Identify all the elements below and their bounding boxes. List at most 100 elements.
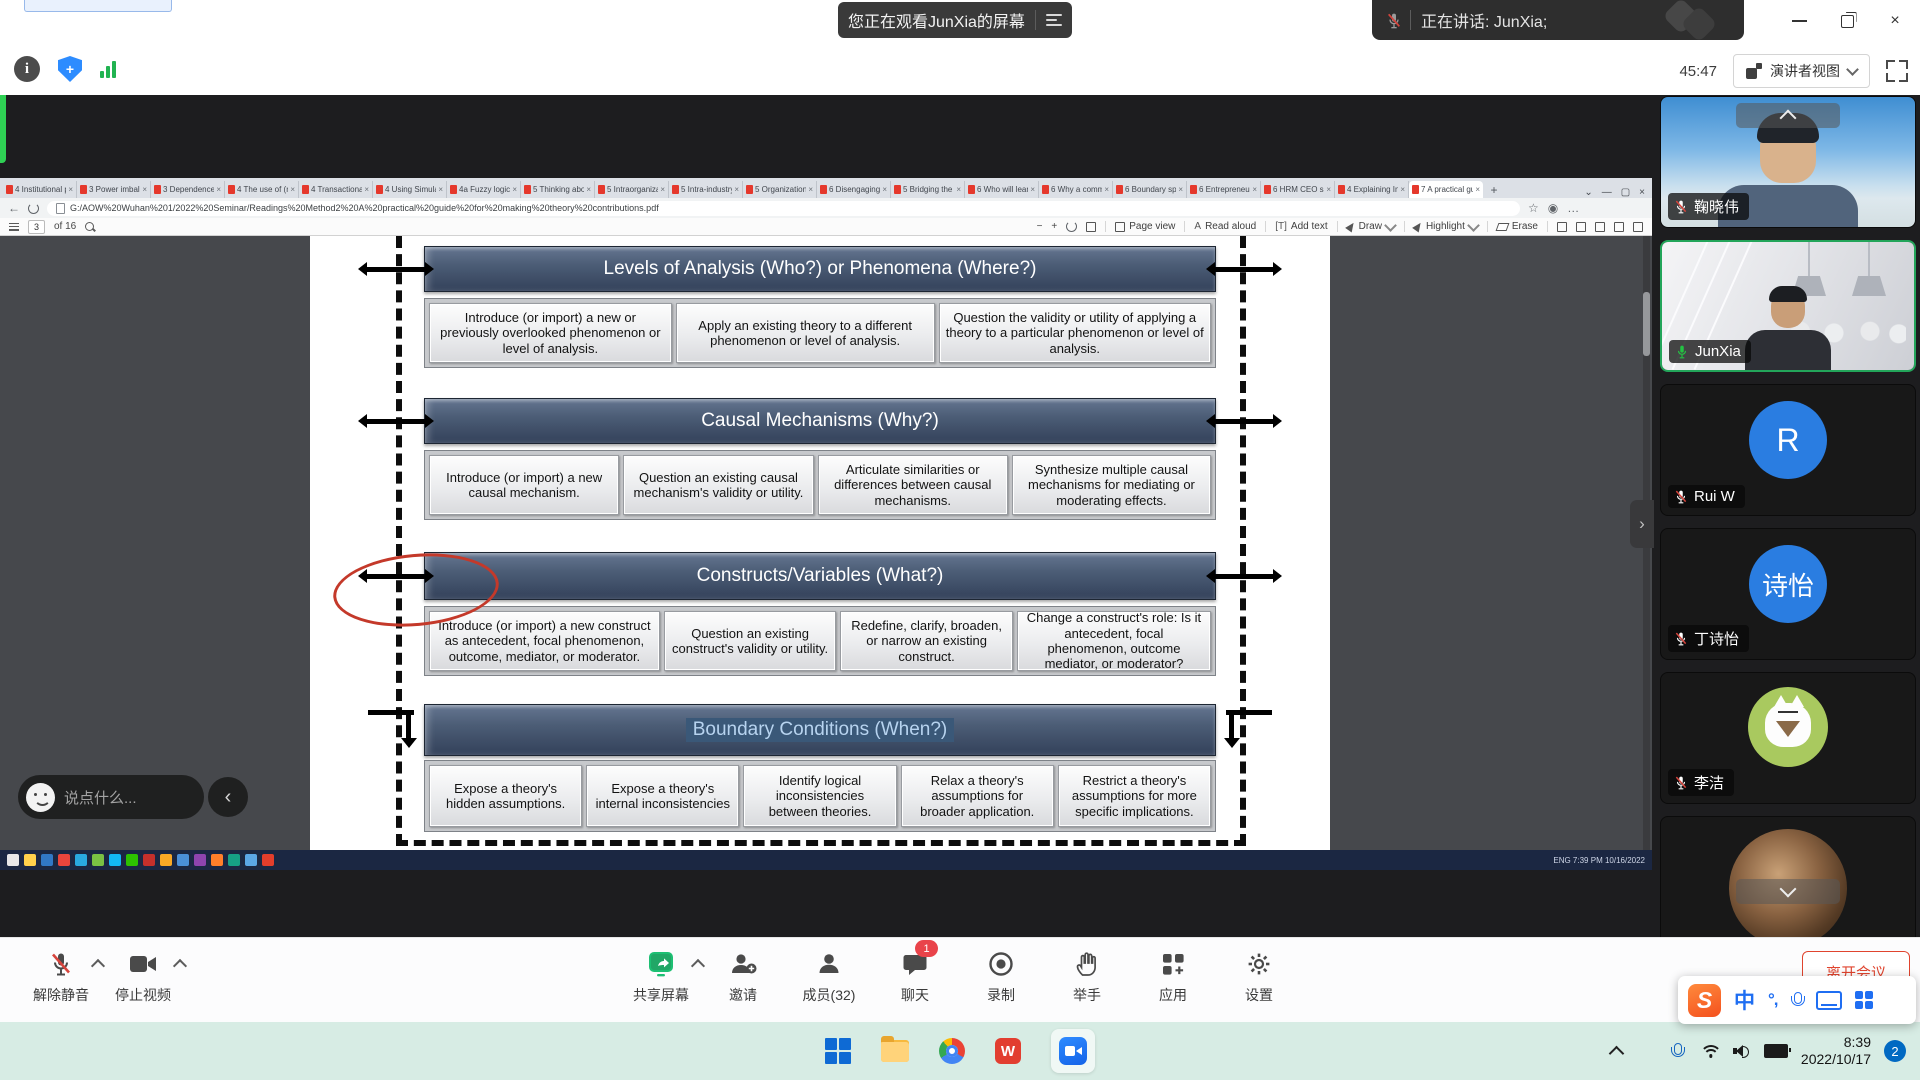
volume-icon[interactable]: [1733, 1044, 1751, 1058]
ime-keyboard-icon[interactable]: [1816, 991, 1842, 1010]
toolbar-record-button[interactable]: 录制: [958, 947, 1044, 1005]
browser-tab[interactable]: 4 Institutional p×: [3, 181, 77, 198]
presenter-app-icon[interactable]: [92, 854, 104, 866]
sogou-logo-icon[interactable]: S: [1688, 984, 1721, 1017]
browser-tab[interactable]: 5 Intraorganizati×: [595, 181, 669, 198]
browser-tab[interactable]: 5 Bridging the in×: [891, 181, 965, 198]
presenter-app-icon[interactable]: [245, 854, 257, 866]
mic-in-use-icon[interactable]: [1671, 1043, 1683, 1060]
presenter-app-icon[interactable]: [262, 854, 274, 866]
participant-tile[interactable]: 诗怡丁诗怡: [1660, 528, 1916, 660]
browser-tab[interactable]: 4 Using Simulati×: [373, 181, 447, 198]
wifi-icon[interactable]: [1702, 1045, 1720, 1058]
browser-tab[interactable]: 6 Why a commit×: [1039, 181, 1113, 198]
restore-button[interactable]: [1823, 0, 1871, 42]
participant-tile[interactable]: JunXia: [1660, 240, 1916, 372]
chrome-icon[interactable]: [939, 1038, 965, 1064]
participant-tile[interactable]: 李洁: [1660, 672, 1916, 804]
stop-video-options-chevron[interactable]: [170, 947, 190, 981]
tab-close-icon[interactable]: ×: [1326, 185, 1331, 194]
toolbar-settings-button[interactable]: 设置: [1216, 947, 1302, 1005]
presenter-app-icon[interactable]: [126, 854, 138, 866]
back-icon[interactable]: ←: [8, 202, 20, 214]
pdf-tool-draw[interactable]: Draw: [1347, 221, 1395, 232]
meeting-info-icon[interactable]: i: [14, 56, 40, 82]
pdf-zoom-in-icon[interactable]: +: [1051, 221, 1057, 232]
browser-tab[interactable]: 6 Boundary span×: [1113, 181, 1187, 198]
battery-icon[interactable]: [1764, 1044, 1788, 1058]
tray-overflow-chevron[interactable]: [1609, 1045, 1625, 1061]
pdf-menu-icon[interactable]: [9, 223, 19, 231]
presenter-app-icon[interactable]: [58, 854, 70, 866]
toolbar-invite-button[interactable]: 邀请: [700, 947, 786, 1005]
start-button[interactable]: [825, 1038, 851, 1064]
tab-close-icon[interactable]: ×: [1030, 185, 1035, 194]
presenter-app-icon[interactable]: [228, 854, 240, 866]
pdf-search-icon[interactable]: [85, 222, 94, 231]
browser-tab[interactable]: 3 Dependence a×: [151, 181, 225, 198]
toolbar-apps-button[interactable]: 应用: [1130, 947, 1216, 1005]
tencent-meeting-taskbar-icon[interactable]: [1051, 1029, 1095, 1073]
tab-close-icon[interactable]: ×: [956, 185, 961, 194]
pdf-scrollbar-thumb[interactable]: [1643, 292, 1650, 356]
new-tab-button[interactable]: +: [1487, 184, 1501, 198]
pdf-expand-icon[interactable]: [1614, 222, 1624, 232]
browser-tab[interactable]: 5 Thinking abou×: [521, 181, 595, 198]
presenter-app-icon[interactable]: [41, 854, 53, 866]
pdf-tool-add-text[interactable]: [T]Add text: [1275, 221, 1327, 232]
tab-close-icon[interactable]: ×: [364, 185, 369, 194]
file-explorer-icon[interactable]: [881, 1040, 909, 1062]
presenter-app-icon[interactable]: [194, 854, 206, 866]
tab-search-icon[interactable]: ⌄: [1584, 187, 1592, 198]
presenter-app-icon[interactable]: [75, 854, 87, 866]
presenter-app-icon[interactable]: [109, 854, 121, 866]
close-button[interactable]: ×: [1871, 0, 1919, 42]
view-mode-selector[interactable]: 演讲者视图: [1733, 54, 1870, 88]
tab-close-icon[interactable]: ×: [438, 185, 443, 194]
pdf-tool-highlight[interactable]: Highlight: [1414, 221, 1478, 232]
ime-language-mode[interactable]: 中: [1734, 985, 1755, 1015]
sidebar-collapse-handle[interactable]: ›: [1630, 500, 1654, 548]
tab-close-icon[interactable]: ×: [882, 185, 887, 194]
tab-close-icon[interactable]: ×: [586, 185, 591, 194]
page-number-input[interactable]: 3: [28, 220, 45, 234]
emoji-icon[interactable]: [26, 783, 55, 812]
tab-close-icon[interactable]: ×: [1400, 185, 1405, 194]
participant-tile[interactable]: RRui W: [1660, 384, 1916, 516]
tab-close-icon[interactable]: ×: [734, 185, 739, 194]
toolbar-raise-hand-button[interactable]: 举手: [1044, 947, 1130, 1005]
more-menu-icon[interactable]: …: [1567, 202, 1579, 214]
browser-tab[interactable]: 4a Fuzzy logic a×: [447, 181, 521, 198]
presenter-app-icon[interactable]: [7, 854, 19, 866]
favorites-star-icon[interactable]: ☆: [1528, 202, 1539, 214]
pdf-rotate-icon[interactable]: [1066, 221, 1077, 232]
reload-icon[interactable]: [28, 203, 39, 214]
address-bar[interactable]: G:/AOW%20Wuhan%201/2022%20Seminar/Readin…: [47, 201, 1520, 216]
presenter-app-icon[interactable]: [211, 854, 223, 866]
pdf-print-icon[interactable]: [1576, 222, 1586, 232]
browser-tab[interactable]: 6 Disengaging fr×: [817, 181, 891, 198]
browser-close-icon[interactable]: ×: [1639, 187, 1645, 198]
minimize-button[interactable]: [1775, 0, 1823, 42]
tab-close-icon[interactable]: ×: [68, 185, 73, 194]
browser-tab[interactable]: 3 Power imbalan×: [77, 181, 151, 198]
browser-tab[interactable]: 4 The use of (m×: [225, 181, 299, 198]
pdf-tool-page-view[interactable]: Page view: [1115, 221, 1175, 232]
browser-tab[interactable]: 6 Who will learn×: [965, 181, 1039, 198]
presenter-app-icon[interactable]: [177, 854, 189, 866]
pdf-zoom-out-icon[interactable]: −: [1037, 221, 1043, 232]
browser-restore-icon[interactable]: ▢: [1621, 187, 1630, 198]
browser-tab[interactable]: 7 A practical gui×: [1409, 181, 1483, 198]
meeting-security-shield-icon[interactable]: +: [58, 56, 82, 82]
tab-close-icon[interactable]: ×: [1475, 185, 1480, 194]
browser-minimize-icon[interactable]: —: [1602, 187, 1612, 198]
tab-close-icon[interactable]: ×: [512, 185, 517, 194]
wps-icon[interactable]: W: [995, 1038, 1021, 1064]
browser-tab[interactable]: 4 Transactional l×: [299, 181, 373, 198]
tab-close-icon[interactable]: ×: [290, 185, 295, 194]
banner-options-icon[interactable]: [1046, 14, 1062, 26]
pdf-save-icon[interactable]: [1557, 222, 1567, 232]
tab-close-icon[interactable]: ×: [1178, 185, 1183, 194]
pdf-share-icon[interactable]: [1595, 222, 1605, 232]
fullscreen-icon[interactable]: [1886, 60, 1908, 82]
